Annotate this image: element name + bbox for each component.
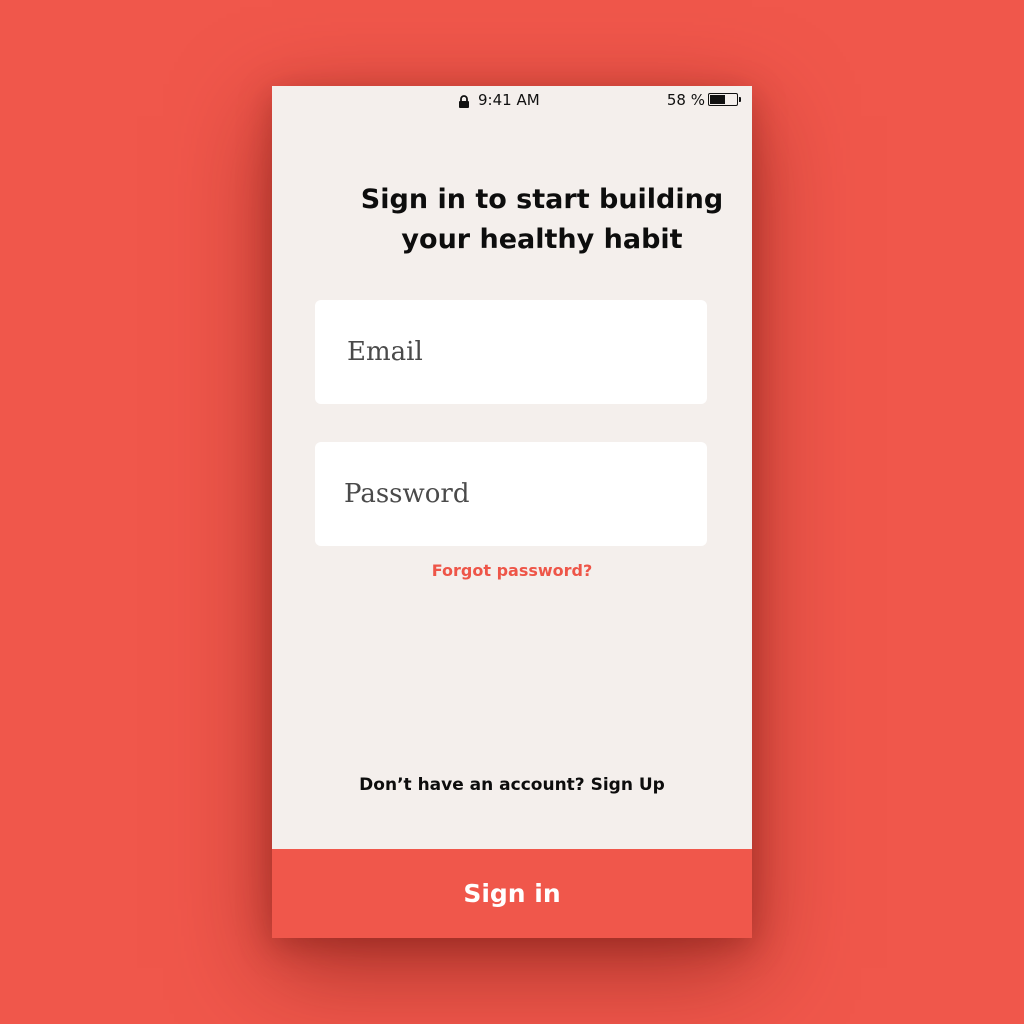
email-field[interactable]: [315, 300, 707, 404]
page-title-line-1: Sign in to start building: [360, 184, 724, 215]
status-battery-group: 58 %: [667, 91, 744, 109]
status-time-group: 9:41 AM: [458, 91, 540, 109]
forgot-password-link[interactable]: Forgot password?: [272, 561, 752, 580]
battery-percent: 58 %: [666, 91, 705, 109]
battery-icon: [708, 92, 744, 108]
phone-screen: 9:41 AM 58 % Sign in to start building y…: [272, 86, 752, 938]
battery-fill: [710, 94, 725, 104]
page-title: Sign in to start building your healthy h…: [302, 180, 782, 260]
no-account-text: Don’t have an account?: [359, 775, 585, 795]
signup-prompt: Don’t have an account? Sign Up: [272, 775, 752, 795]
battery-cap: [739, 96, 741, 102]
lock-icon: [458, 94, 470, 108]
sign-up-link[interactable]: Sign Up: [591, 775, 665, 795]
password-field[interactable]: [315, 442, 707, 546]
status-bar: 9:41 AM 58 %: [272, 86, 752, 114]
page-title-line-2: your healthy habit: [401, 224, 683, 255]
status-time: 9:41 AM: [478, 91, 540, 109]
sign-in-button[interactable]: Sign in: [272, 849, 752, 938]
